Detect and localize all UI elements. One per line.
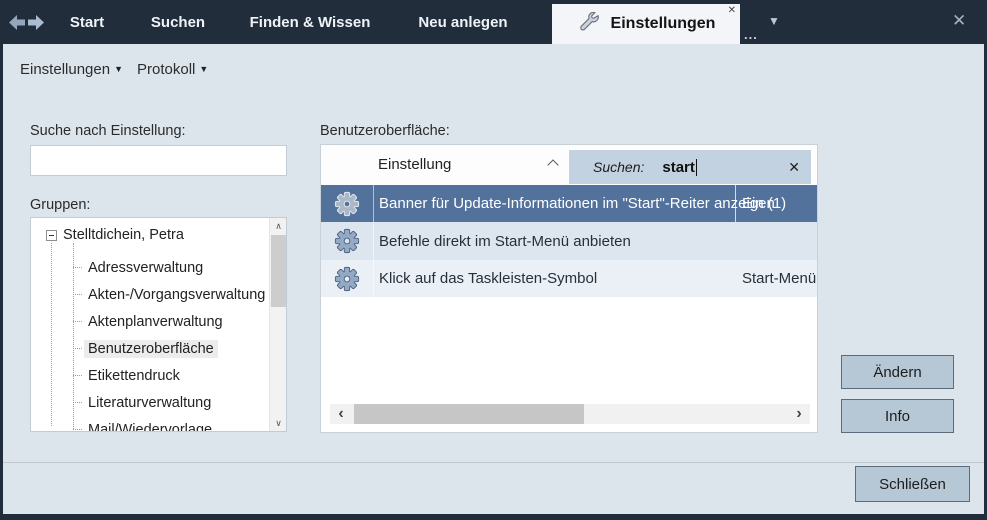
groups-label: Gruppen: bbox=[30, 197, 90, 213]
table-row-selected[interactable]: Banner für Update-Informationen im "Star… bbox=[321, 185, 817, 222]
tree-item-mail-wiedervorlage[interactable]: Mail/Wiedervorlage bbox=[84, 421, 216, 432]
tree-item-adressverwaltung[interactable]: Adressverwaltung bbox=[84, 259, 207, 277]
column-divider bbox=[735, 185, 736, 222]
tab-dropdown-icon[interactable]: ▼ bbox=[768, 14, 780, 28]
tree-guide-stub bbox=[73, 429, 82, 430]
search-close-icon[interactable]: ✕ bbox=[788, 159, 800, 176]
tree-guide-stub bbox=[73, 267, 82, 268]
tree-guide-stub bbox=[73, 348, 82, 349]
search-setting-input[interactable] bbox=[30, 145, 287, 176]
tree-root-item[interactable]: Stelltdichein, Petra bbox=[63, 227, 184, 243]
tab-overflow-dots: ... bbox=[744, 27, 758, 42]
tab-close-icon[interactable]: ✕ bbox=[728, 5, 736, 16]
chevron-down-icon: ▼ bbox=[114, 64, 123, 74]
gear-icon bbox=[321, 185, 373, 222]
tab-start[interactable]: Start bbox=[56, 0, 118, 44]
table-row[interactable]: Befehle direkt im Start-Menü anbieten bbox=[321, 222, 817, 260]
setting-label: Befehle direkt im Start-Menü anbieten bbox=[379, 233, 631, 250]
scrollbar-thumb[interactable] bbox=[271, 235, 286, 307]
schliessen-button[interactable]: Schließen bbox=[855, 466, 970, 502]
tab-suchen[interactable]: Suchen bbox=[141, 0, 215, 44]
menu-einstellungen[interactable]: Einstellungen▼ bbox=[20, 61, 123, 78]
setting-value: Ein (1) bbox=[742, 195, 786, 212]
aendern-button[interactable]: Ändern bbox=[841, 355, 954, 389]
settings-window: Start Suchen Finden & Wissen Neu anlegen… bbox=[0, 0, 987, 520]
column-divider bbox=[373, 222, 374, 260]
tab-neu-anlegen[interactable]: Neu anlegen bbox=[404, 0, 522, 44]
table-search-box[interactable]: Suchen: start ✕ bbox=[568, 149, 812, 185]
info-button[interactable]: Info bbox=[841, 399, 954, 433]
panel-label: Benutzeroberfläche: bbox=[320, 123, 450, 139]
tree-item-benutzeroberflaeche[interactable]: Benutzeroberfläche bbox=[84, 340, 218, 358]
tree-item-aktenplanverwaltung[interactable]: Aktenplanverwaltung bbox=[84, 313, 227, 331]
table-search-value[interactable]: start bbox=[662, 159, 695, 176]
hscroll-left-icon[interactable]: ‹ bbox=[330, 404, 352, 424]
menu-protokoll[interactable]: Protokoll▼ bbox=[137, 61, 208, 78]
table-horizontal-scrollbar[interactable]: ‹ › bbox=[330, 404, 810, 424]
table-row[interactable]: Klick auf das Taskleisten-Symbol Start-M… bbox=[321, 260, 817, 297]
footer-divider bbox=[3, 462, 984, 463]
tree-guide-stub bbox=[73, 375, 82, 376]
tab-einstellungen-active[interactable]: Einstellungen ✕ bbox=[552, 4, 740, 44]
table-search-label: Suchen: bbox=[593, 159, 644, 175]
back-arrow-icon[interactable] bbox=[9, 15, 26, 35]
tree-guide-stub bbox=[73, 321, 82, 322]
tab-finden-wissen[interactable]: Finden & Wissen bbox=[234, 0, 386, 44]
column-header-label: Einstellung bbox=[378, 156, 451, 173]
hscroll-right-icon[interactable]: › bbox=[788, 404, 810, 424]
tree-item-etikettendruck[interactable]: Etikettendruck bbox=[84, 367, 184, 385]
gear-icon bbox=[321, 222, 373, 260]
search-setting-label: Suche nach Einstellung: bbox=[30, 123, 186, 139]
gear-icon bbox=[321, 260, 373, 297]
wrench-icon bbox=[577, 12, 602, 37]
settings-table: Einstellung Suchen: start ✕ Bann bbox=[320, 144, 818, 433]
scrollbar-down-icon[interactable]: ∨ bbox=[270, 415, 287, 431]
text-cursor bbox=[696, 159, 697, 176]
window-close-icon[interactable]: ✕ bbox=[952, 11, 966, 31]
tree-scrollbar[interactable]: ∧ ∨ bbox=[269, 218, 286, 431]
tree-item-akten-vorgangsverwaltung[interactable]: Akten-/Vorgangsverwaltung bbox=[84, 286, 269, 304]
active-tab-label: Einstellungen bbox=[611, 15, 716, 33]
column-divider bbox=[373, 260, 374, 297]
tree-guide-stub bbox=[73, 402, 82, 403]
tab-bar: Start Suchen Finden & Wissen Neu anlegen… bbox=[0, 0, 987, 44]
tree-item-literaturverwaltung[interactable]: Literaturverwaltung bbox=[84, 394, 215, 412]
groups-tree: Stelltdichein, Petra Adressverwaltung Ak… bbox=[30, 217, 287, 432]
content-area: Einstellungen▼ Protokoll▼ Suche nach Ein… bbox=[3, 44, 984, 514]
setting-value: Start-Menü bbox=[742, 270, 816, 287]
hscroll-thumb[interactable] bbox=[354, 404, 584, 424]
scrollbar-up-icon[interactable]: ∧ bbox=[270, 218, 287, 234]
sort-ascending-icon bbox=[547, 159, 558, 170]
forward-arrow-icon[interactable] bbox=[27, 15, 44, 35]
tree-guide-stub bbox=[73, 294, 82, 295]
tree-collapse-icon[interactable] bbox=[46, 230, 57, 241]
column-divider bbox=[373, 185, 374, 222]
tree-guide-line bbox=[51, 243, 52, 426]
chevron-down-icon: ▼ bbox=[199, 64, 208, 74]
setting-label: Klick auf das Taskleisten-Symbol bbox=[379, 270, 597, 287]
setting-label: Banner für Update-Informationen im "Star… bbox=[379, 195, 775, 212]
